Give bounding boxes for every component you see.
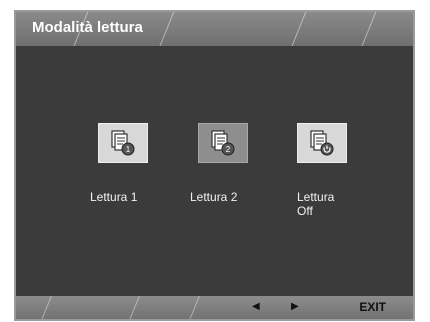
mode-off-label: Lettura Off <box>297 190 383 218</box>
mode-lettura-off[interactable]: Lettura Off <box>297 123 383 218</box>
footer-bar: ◀ ▶ EXIT <box>16 296 413 319</box>
document-power-icon <box>310 130 334 156</box>
decorative-streak <box>127 296 142 319</box>
decorative-streak <box>187 296 202 319</box>
mode-lettura-1[interactable]: 1 Lettura 1 <box>90 123 184 204</box>
mode-lettura-2[interactable]: 2 Lettura 2 <box>190 123 284 204</box>
decorative-streak <box>157 12 176 46</box>
exit-button[interactable]: EXIT <box>359 300 386 314</box>
mode-off-button[interactable] <box>297 123 347 163</box>
mode-1-label: Lettura 1 <box>90 190 138 204</box>
mode-2-button[interactable]: 2 <box>198 123 248 163</box>
page-title: Modalità lettura <box>32 19 143 36</box>
mode-off-label-line1: Lettura <box>297 190 335 204</box>
document-2-icon: 2 <box>211 130 235 156</box>
decorative-streak <box>39 296 54 319</box>
right-arrow-button[interactable]: ▶ <box>291 301 299 312</box>
mode-2-label: Lettura 2 <box>190 190 238 204</box>
title-bar: Modalità lettura <box>16 12 413 46</box>
osd-window: Modalità lettura 1 Lettura 1 2 Lettura 2… <box>14 10 415 321</box>
svg-text:1: 1 <box>126 145 131 154</box>
decorative-streak <box>359 12 378 46</box>
mode-off-label-line2: Off <box>297 204 313 218</box>
mode-1-button[interactable]: 1 <box>98 123 148 163</box>
document-1-icon: 1 <box>111 130 135 156</box>
svg-text:2: 2 <box>226 145 231 154</box>
left-arrow-button[interactable]: ◀ <box>252 301 260 312</box>
decorative-streak <box>289 12 308 46</box>
